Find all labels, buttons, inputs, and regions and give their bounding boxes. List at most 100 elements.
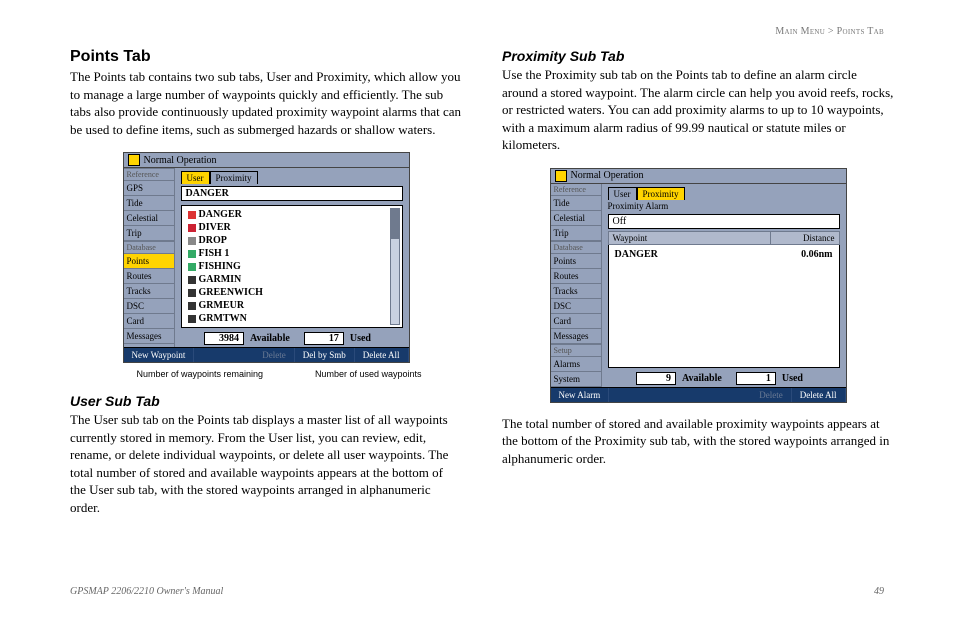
sidebar-item-messages[interactable]: Messages — [124, 329, 174, 344]
skull-icon — [188, 211, 196, 219]
available-label: Available — [682, 373, 722, 384]
sidebar-item-routes[interactable]: Routes — [551, 269, 601, 284]
tab-proximity[interactable]: Proximity — [637, 187, 685, 200]
list-item[interactable]: FISHING — [182, 260, 402, 273]
sidebar-item-points[interactable]: Points — [124, 254, 174, 269]
user-subtab-screenshot: Normal Operation Reference GPS Tide Cele… — [123, 152, 410, 363]
caption-remaining: Number of waypoints remaining — [137, 369, 264, 379]
sub-tabs: User Proximity — [608, 187, 846, 200]
status-row: 9 Available 1 Used — [608, 372, 840, 385]
window-title: Normal Operation — [144, 155, 217, 166]
dot-icon — [188, 302, 196, 310]
right-column: Proximity Sub Tab Use the Proximity sub … — [502, 28, 894, 526]
nav-group-database: Database — [124, 241, 174, 254]
proximity-subtab-heading: Proximity Sub Tab — [502, 48, 894, 64]
sidebar-item-points[interactable]: Points — [551, 254, 601, 269]
points-tab-intro: The Points tab contains two sub tabs, Us… — [70, 68, 462, 138]
manual-title: GPSMAP 2206/2210 Owner's Manual — [70, 586, 223, 597]
bottom-bar: New Waypoint Delete Del by Smb Delete Al… — [124, 347, 409, 362]
titlebar: Normal Operation — [124, 153, 409, 167]
sidebar-item-system[interactable]: System — [551, 372, 601, 387]
user-subtab-paragraph: The User sub tab on the Points tab displ… — [70, 411, 462, 516]
proximity-list[interactable]: DANGER 0.06nm — [608, 245, 840, 368]
breadcrumb: Main Menu > Points Tab — [775, 26, 884, 37]
proximity-alarm-label: Proximity Alarm — [602, 200, 846, 212]
used-count: 17 — [304, 332, 344, 345]
sidebar-item-card[interactable]: Card — [551, 314, 601, 329]
scroll-thumb[interactable] — [391, 209, 399, 239]
delete-button[interactable]: Delete — [254, 348, 294, 362]
proximity-outro-paragraph: The total number of stored and available… — [502, 415, 894, 468]
fish-icon — [188, 263, 196, 271]
list-item[interactable]: DANGER — [182, 208, 402, 221]
side-nav: Reference Tide Celestial Trip Database P… — [551, 184, 601, 387]
titlebar: Normal Operation — [551, 169, 846, 183]
status-flag-icon — [128, 154, 140, 166]
nav-group-database: Database — [551, 241, 601, 254]
page-footer: GPSMAP 2206/2210 Owner's Manual 49 — [70, 586, 884, 597]
tab-user[interactable]: User — [608, 187, 637, 200]
content-area: User Proximity DANGER DANGER DIVER DROP … — [174, 168, 409, 347]
prox-name: DANGER — [615, 249, 802, 260]
used-label: Used — [782, 373, 803, 384]
delete-all-button[interactable]: Delete All — [355, 348, 409, 362]
nav-group-reference: Reference — [124, 168, 174, 181]
list-item[interactable]: GRMTWN — [182, 312, 402, 325]
sidebar-item-celestial[interactable]: Celestial — [124, 211, 174, 226]
nav-group-reference: Reference — [551, 184, 601, 196]
proximity-subtab-screenshot: Normal Operation Reference Tide Celestia… — [550, 168, 847, 403]
proximity-intro-paragraph: Use the Proximity sub tab on the Points … — [502, 66, 894, 154]
sidebar-item-routes[interactable]: Routes — [124, 269, 174, 284]
new-alarm-button[interactable]: New Alarm — [551, 388, 610, 402]
list-item[interactable]: DANGER 0.06nm — [609, 247, 839, 262]
header-waypoint: Waypoint — [609, 232, 770, 244]
list-item[interactable]: GREENWICH — [182, 286, 402, 299]
tab-proximity[interactable]: Proximity — [210, 171, 258, 184]
screenshot-captions: Number of waypoints remaining Number of … — [93, 367, 440, 379]
selected-waypoint-field[interactable]: DANGER — [181, 186, 403, 201]
sidebar-item-celestial[interactable]: Celestial — [551, 211, 601, 226]
sub-tabs: User Proximity — [181, 171, 409, 184]
user-subtab-heading: User Sub Tab — [70, 393, 462, 409]
dot-icon — [188, 315, 196, 323]
new-waypoint-button[interactable]: New Waypoint — [124, 348, 195, 362]
box-icon — [188, 237, 196, 245]
diver-icon — [188, 224, 196, 232]
list-item[interactable]: GARMIN — [182, 273, 402, 286]
status-flag-icon — [555, 170, 567, 182]
sidebar-item-tide[interactable]: Tide — [124, 196, 174, 211]
sidebar-item-dsc[interactable]: DSC — [124, 299, 174, 314]
list-item[interactable]: DIVER — [182, 221, 402, 234]
fish-icon — [188, 250, 196, 258]
prox-distance: 0.06nm — [801, 249, 832, 260]
delete-button[interactable]: Delete — [751, 388, 791, 402]
del-by-smb-button[interactable]: Del by Smb — [295, 348, 355, 362]
sidebar-item-card[interactable]: Card — [124, 314, 174, 329]
sidebar-item-gps[interactable]: GPS — [124, 181, 174, 196]
content-area: User Proximity Proximity Alarm Off Waypo… — [601, 184, 846, 387]
breadcrumb-path: Main Menu > — [775, 26, 836, 37]
tab-user[interactable]: User — [181, 171, 210, 184]
page-number: 49 — [874, 586, 884, 597]
proximity-alarm-field[interactable]: Off — [608, 214, 840, 229]
left-column: Points Tab The Points tab contains two s… — [70, 28, 462, 526]
sidebar-item-trip[interactable]: Trip — [124, 226, 174, 241]
waypoint-list[interactable]: DANGER DIVER DROP FISH 1 FISHING GARMIN … — [181, 205, 403, 328]
sidebar-item-tide[interactable]: Tide — [551, 196, 601, 211]
header-distance: Distance — [770, 232, 839, 244]
list-item[interactable]: DROP — [182, 234, 402, 247]
sidebar-item-tracks[interactable]: Tracks — [551, 284, 601, 299]
sidebar-item-messages[interactable]: Messages — [551, 329, 601, 344]
list-item[interactable]: GRMEUR — [182, 299, 402, 312]
sidebar-item-tracks[interactable]: Tracks — [124, 284, 174, 299]
delete-all-button[interactable]: Delete All — [792, 388, 846, 402]
list-item[interactable]: FISH 1 — [182, 247, 402, 260]
sidebar-item-dsc[interactable]: DSC — [551, 299, 601, 314]
sidebar-item-alarms[interactable]: Alarms — [551, 357, 601, 372]
side-nav: Reference GPS Tide Celestial Trip Databa… — [124, 168, 174, 347]
list-header: Waypoint Distance — [608, 231, 840, 245]
breadcrumb-current: Points Tab — [837, 26, 884, 37]
scrollbar[interactable] — [390, 208, 400, 325]
sidebar-item-trip[interactable]: Trip — [551, 226, 601, 241]
points-tab-heading: Points Tab — [70, 48, 462, 66]
